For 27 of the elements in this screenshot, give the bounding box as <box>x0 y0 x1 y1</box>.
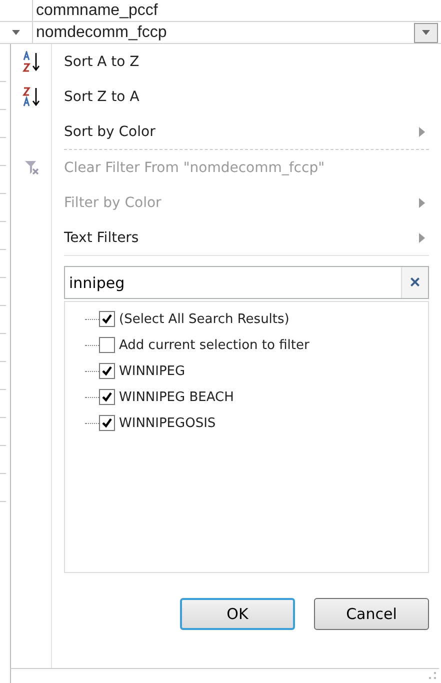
filter-dropdown-button[interactable] <box>414 23 438 43</box>
search-field[interactable]: innipeg × <box>64 266 429 299</box>
sort-ascending-icon <box>22 50 42 72</box>
checkbox[interactable] <box>99 389 115 405</box>
menu-item[interactable]: Sort Z to A <box>12 79 429 114</box>
menu-item[interactable]: Sort A to Z <box>12 44 429 79</box>
checkbox[interactable] <box>99 337 115 353</box>
column-header-text: commname_pccf <box>36 2 158 20</box>
sort-descending-icon <box>22 86 42 108</box>
clear-search-button[interactable]: × <box>401 267 428 298</box>
column-header-text: nomdecomm_fccp <box>36 24 167 42</box>
dialog-button[interactable]: Cancel <box>314 598 429 630</box>
clear-filter-icon <box>24 160 40 176</box>
caret-icon <box>421 30 431 36</box>
caret-icon[interactable] <box>11 30 21 36</box>
checkbox[interactable] <box>99 311 115 327</box>
resize-grip-icon[interactable] <box>427 671 437 681</box>
menu-item[interactable]: Sort by Color <box>12 114 429 149</box>
dialog-button[interactable]: OK <box>180 598 295 630</box>
list-item-label[interactable]: WINNIPEGOSIS <box>119 416 216 430</box>
list-item-label[interactable]: Add current selection to filter <box>119 338 310 352</box>
list-item-label[interactable]: (Select All Search Results) <box>119 312 290 326</box>
list-item-label[interactable]: WINNIPEG <box>119 364 186 378</box>
list-item-label[interactable]: WINNIPEG BEACH <box>119 390 234 404</box>
menu-item[interactable]: Text Filters <box>12 220 429 255</box>
checkbox[interactable] <box>99 415 115 431</box>
checkbox[interactable] <box>99 363 115 379</box>
